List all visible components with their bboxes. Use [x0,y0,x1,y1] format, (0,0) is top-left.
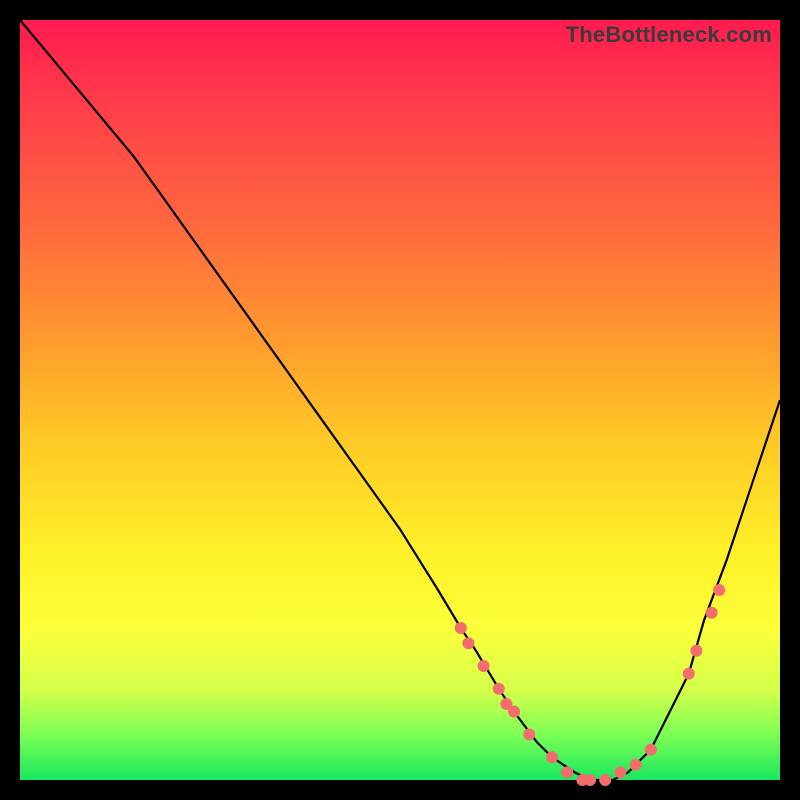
curve-layer [20,20,780,780]
curve-marker [614,766,626,778]
curve-marker [462,637,474,649]
curve-marker [546,751,558,763]
curve-marker [455,622,467,634]
curve-marker [683,668,695,680]
curve-marker [478,660,490,672]
curve-marker [561,766,573,778]
chart-frame: TheBottleneck.com [20,20,780,780]
curve-marker [630,759,642,771]
curve-marker [584,774,596,786]
curve-marker [599,774,611,786]
curve-marker [645,744,657,756]
curve-markers [455,584,725,786]
curve-marker [493,683,505,695]
curve-marker [706,607,718,619]
curve-marker [523,728,535,740]
curve-marker [713,584,725,596]
curve-marker [690,645,702,657]
watermark-text: TheBottleneck.com [566,22,772,48]
bottleneck-curve [20,20,780,780]
curve-marker [508,706,520,718]
